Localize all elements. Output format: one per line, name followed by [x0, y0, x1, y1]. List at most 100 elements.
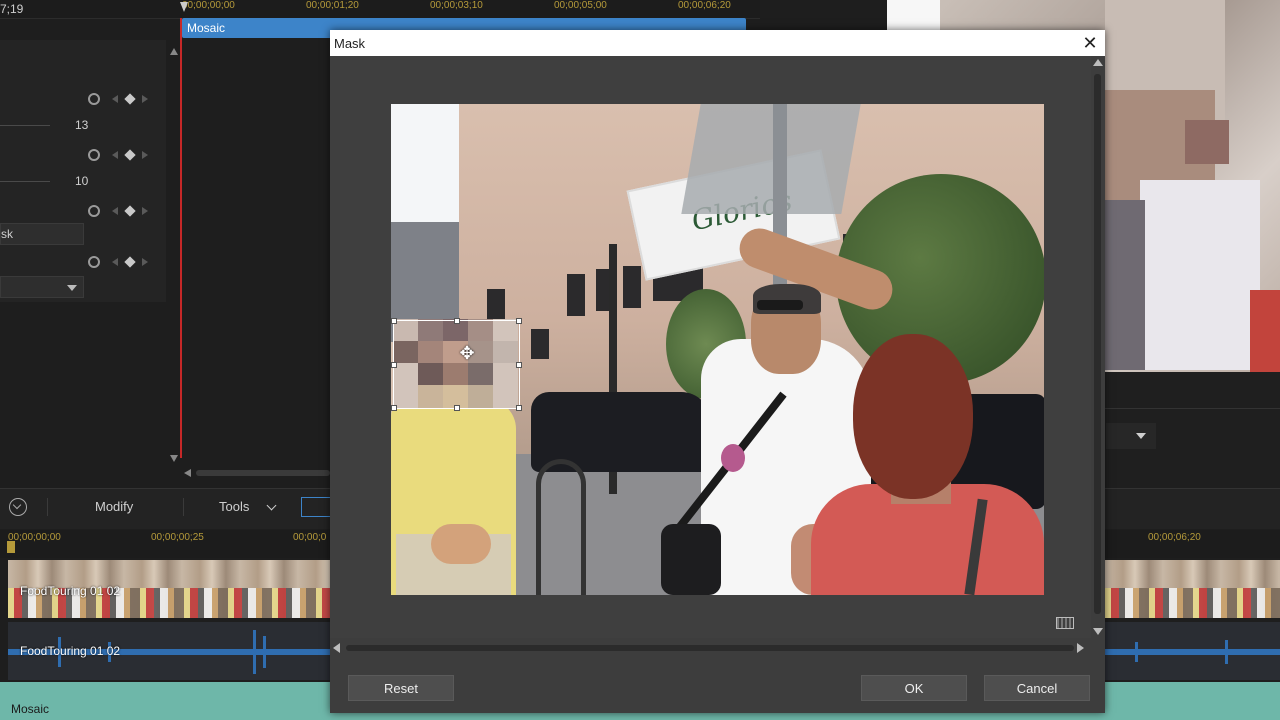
previous-keyframe-icon[interactable] — [112, 207, 118, 215]
mask-selection-box[interactable] — [391, 318, 522, 411]
dialog-titlebar[interactable] — [330, 30, 1105, 56]
window — [567, 274, 585, 316]
fit-view-icon[interactable] — [1056, 617, 1074, 629]
keyframe-diamond-icon[interactable] — [124, 205, 136, 217]
mask-field[interactable]: sk — [0, 223, 84, 245]
person-head-red-hair — [853, 334, 973, 499]
resize-handle[interactable] — [391, 405, 397, 411]
keyframe-diamond-icon[interactable] — [124, 93, 136, 105]
street-sign — [681, 104, 861, 214]
timeline-tick: 00;00;0 — [293, 532, 327, 543]
sunglasses — [757, 300, 803, 310]
property-slider-1[interactable] — [0, 125, 50, 126]
badge-pin — [721, 444, 745, 472]
previous-keyframe-icon[interactable] — [112, 151, 118, 159]
audio-clip-label: FoodTouring 01 02 — [20, 644, 121, 658]
stopwatch-icon[interactable] — [88, 93, 100, 105]
resize-handle[interactable] — [516, 318, 522, 324]
clip-thumbnails-people — [1105, 588, 1280, 618]
chevron-down-icon[interactable] — [1136, 433, 1146, 439]
chevron-down-icon[interactable] — [67, 285, 77, 291]
next-keyframe-icon[interactable] — [142, 207, 148, 215]
move-icon[interactable]: ✥ — [457, 343, 477, 363]
next-keyframe-icon[interactable] — [142, 258, 148, 266]
scroll-up-icon[interactable] — [170, 48, 178, 55]
resize-handle[interactable] — [391, 362, 397, 368]
mosaic-track-label: Mosaic — [11, 702, 50, 716]
preview-pixels — [1105, 200, 1145, 370]
preview-pixels — [1140, 180, 1260, 370]
audio-clip[interactable]: FoodTouring 01 02 — [8, 622, 330, 680]
cancel-button[interactable]: Cancel — [984, 675, 1090, 701]
stopwatch-icon[interactable] — [88, 149, 100, 161]
keyframe-controls-2 — [86, 149, 156, 163]
timeline-playhead[interactable] — [7, 541, 15, 553]
bag — [661, 524, 721, 595]
resize-handle[interactable] — [454, 318, 460, 324]
scroll-up-icon[interactable] — [1093, 59, 1103, 66]
scroll-down-icon[interactable] — [1093, 628, 1103, 635]
next-keyframe-icon[interactable] — [142, 151, 148, 159]
timecode-display: 7;19 — [0, 2, 24, 16]
audio-waveform — [253, 630, 256, 674]
keyframe-controls-4 — [86, 256, 156, 270]
toolbar-divider — [47, 498, 48, 516]
next-keyframe-icon[interactable] — [142, 95, 148, 103]
audio-waveform — [1135, 642, 1138, 662]
ruler-tick: 00;00;03;10 — [430, 0, 483, 11]
expand-toggle-icon[interactable] — [9, 498, 27, 516]
resize-handle[interactable] — [516, 405, 522, 411]
preview-background — [887, 0, 947, 30]
resize-handle[interactable] — [391, 318, 397, 324]
toolbar-divider — [183, 498, 184, 516]
ruler-tick: 00;00;06;20 — [678, 0, 731, 11]
audio-clip-right[interactable] — [1105, 622, 1280, 680]
stopwatch-icon[interactable] — [88, 205, 100, 217]
playhead-marker[interactable] — [180, 2, 188, 12]
ruler-tick: 00;00;01;20 — [306, 0, 359, 11]
audio-waveform — [263, 636, 266, 668]
timeline-tick: 00;00;06;20 — [1148, 532, 1201, 543]
horizontal-scrollbar[interactable] — [196, 470, 330, 476]
playhead-line[interactable] — [180, 18, 182, 458]
ruler-tick: 00;00;05;00 — [554, 0, 607, 11]
window — [623, 266, 641, 308]
preview-pixels — [1250, 290, 1280, 372]
scroll-left-icon[interactable] — [333, 643, 340, 653]
ok-button[interactable]: OK — [861, 675, 967, 701]
previous-keyframe-icon[interactable] — [112, 258, 118, 266]
audio-waveform — [1105, 649, 1280, 655]
vertical-scroll-thumb[interactable] — [1094, 74, 1101, 614]
tools-button[interactable]: Tools — [219, 499, 249, 514]
audio-waveform — [1225, 640, 1228, 664]
top-ruler[interactable] — [0, 0, 760, 19]
stopwatch-icon[interactable] — [88, 256, 100, 268]
keyframe-diamond-icon[interactable] — [124, 149, 136, 161]
sky — [391, 104, 461, 224]
scroll-right-icon[interactable] — [1077, 643, 1084, 653]
person-arm — [431, 524, 491, 564]
timeline-tick: 00;00;00;00 — [8, 532, 61, 543]
scroll-left-icon[interactable] — [184, 469, 191, 477]
horizontal-scroll-thumb[interactable] — [346, 645, 1074, 651]
reset-button[interactable]: Reset — [348, 675, 454, 701]
keyframe-diamond-icon[interactable] — [124, 256, 136, 268]
close-icon[interactable]: ✕ — [1080, 34, 1100, 52]
dialog-title: Mask — [334, 36, 366, 51]
modify-button[interactable]: Modify — [95, 499, 133, 514]
ruler-tick: 00;00;00;00 — [182, 0, 235, 11]
property-value-2[interactable]: 10 — [75, 174, 88, 188]
video-clip[interactable]: FoodTouring 01 02 — [8, 560, 330, 618]
divider — [1105, 408, 1280, 409]
bike-rack — [536, 459, 586, 595]
property-slider-2[interactable] — [0, 181, 50, 182]
previous-keyframe-icon[interactable] — [112, 95, 118, 103]
resize-handle[interactable] — [516, 362, 522, 368]
property-value-1[interactable]: 13 — [75, 118, 88, 132]
preview-pixels — [1185, 120, 1229, 164]
right-dropdown[interactable] — [1106, 423, 1156, 449]
video-clip-right[interactable] — [1105, 560, 1280, 618]
timeline-tick: 00;00;00;25 — [151, 532, 204, 543]
resize-handle[interactable] — [454, 405, 460, 411]
scroll-down-icon[interactable] — [170, 455, 178, 462]
